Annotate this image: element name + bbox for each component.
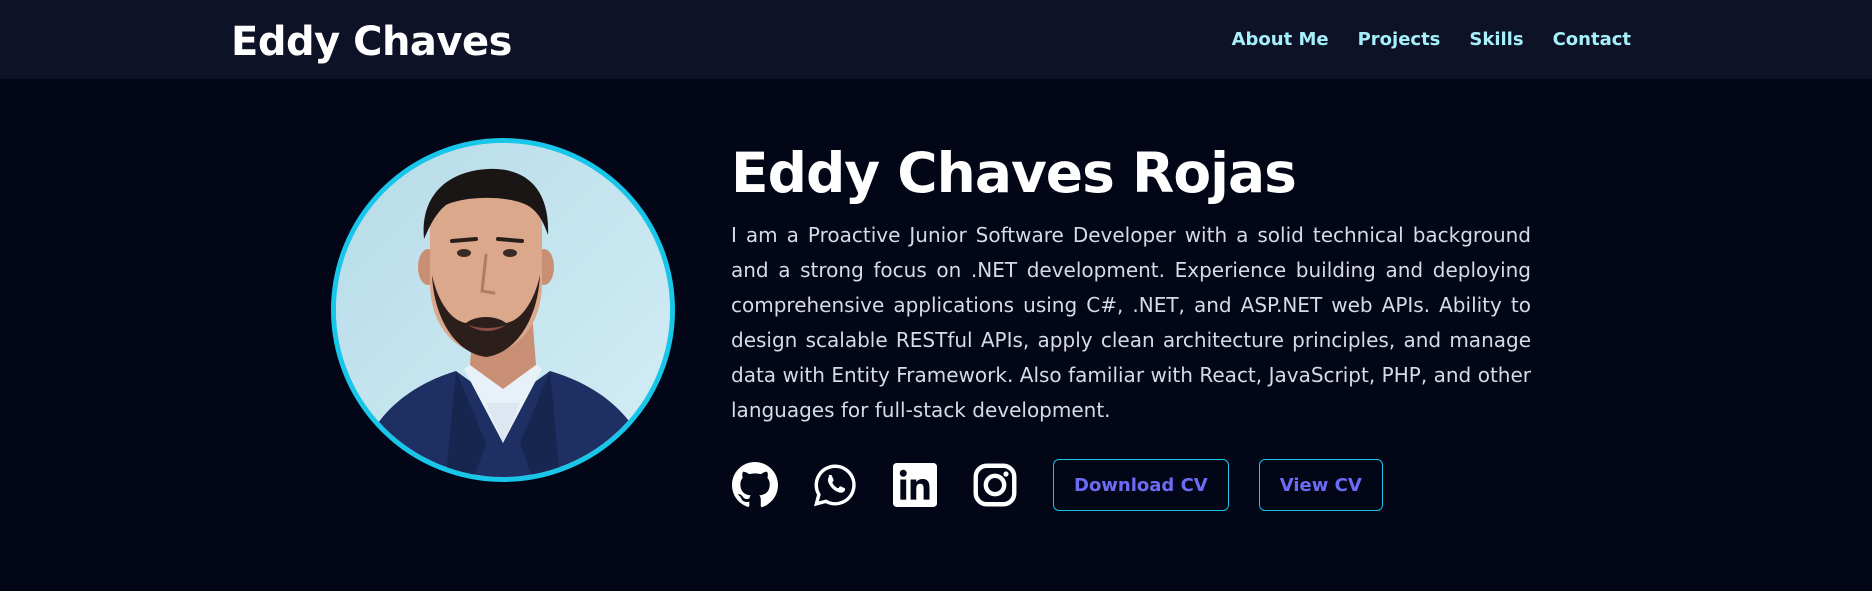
- navbar: Eddy Chaves About Me Projects Skills Con…: [0, 0, 1872, 79]
- download-cv-button[interactable]: Download CV: [1053, 459, 1229, 511]
- whatsapp-icon: [813, 464, 856, 507]
- nav-link-contact[interactable]: Contact: [1553, 29, 1631, 50]
- hero-name: Eddy Chaves Rojas: [731, 141, 1297, 205]
- nav-link-skills[interactable]: Skills: [1469, 29, 1523, 50]
- github-link[interactable]: [731, 461, 779, 509]
- instagram-link[interactable]: [971, 461, 1019, 509]
- profile-portrait: [336, 143, 670, 477]
- linkedin-icon: [893, 463, 937, 507]
- profile-photo: [331, 138, 675, 482]
- nav-link-projects[interactable]: Projects: [1358, 29, 1441, 50]
- nav-link-about-me[interactable]: About Me: [1232, 29, 1329, 50]
- github-icon: [732, 462, 778, 508]
- view-cv-button[interactable]: View CV: [1258, 459, 1383, 511]
- site-brand[interactable]: Eddy Chaves: [231, 14, 512, 70]
- hero-actions: Download CV View CV: [731, 458, 1383, 512]
- nav-menu: About Me Projects Skills Contact: [1232, 0, 1631, 79]
- whatsapp-link[interactable]: [811, 461, 859, 509]
- hero-bio: I am a Proactive Junior Software Develop…: [731, 223, 1531, 422]
- linkedin-link[interactable]: [891, 461, 939, 509]
- instagram-icon: [973, 463, 1017, 507]
